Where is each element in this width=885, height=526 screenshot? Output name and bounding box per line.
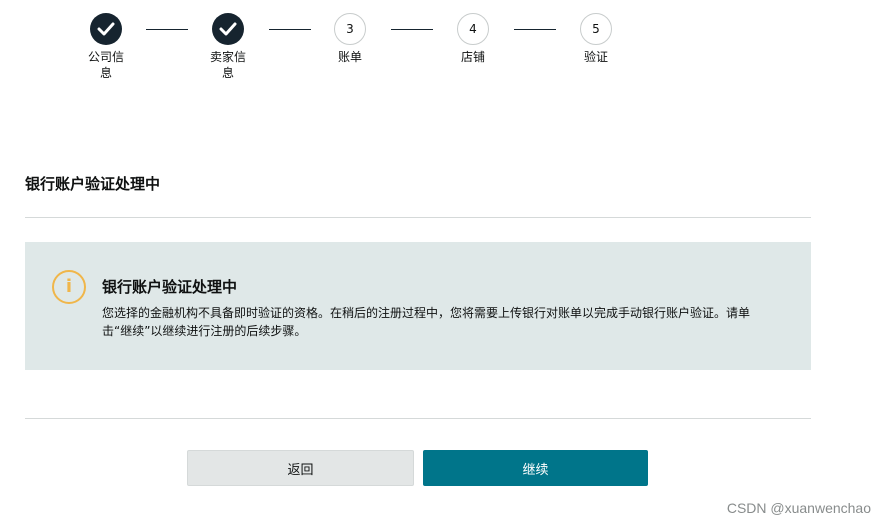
step-number: 5 <box>580 13 612 45</box>
step-connector <box>391 29 433 30</box>
step-label: 公司信息 <box>87 50 124 80</box>
step-number: 4 <box>457 13 489 45</box>
page-title: 银行账户验证处理中 <box>25 175 161 193</box>
info-icon: i <box>52 270 86 304</box>
step-connector <box>269 29 311 30</box>
back-button[interactable]: 返回 <box>187 450 414 486</box>
alert-title: 银行账户验证处理中 <box>102 278 238 296</box>
step-verification: 5 验证 <box>566 13 626 65</box>
divider <box>25 418 811 419</box>
step-label: 店铺 <box>460 50 485 64</box>
step-seller-info: 卖家信息 <box>198 13 258 81</box>
divider <box>25 217 811 218</box>
step-label: 卖家信息 <box>209 50 246 80</box>
step-connector <box>514 29 556 30</box>
step-number: 3 <box>334 13 366 45</box>
check-icon <box>90 13 122 45</box>
step-company-info: 公司信息 <box>76 13 136 81</box>
progress-stepper: 公司信息 卖家信息 3 账单 4 店铺 5 验证 <box>0 0 885 100</box>
check-icon <box>212 13 244 45</box>
step-label: 验证 <box>583 50 608 64</box>
watermark: CSDN @xuanwenchao <box>726 500 871 516</box>
step-label: 账单 <box>337 50 362 64</box>
step-connector <box>146 29 188 30</box>
info-alert: i 银行账户验证处理中 您选择的金融机构不具备即时验证的资格。在稍后的注册过程中… <box>25 242 811 370</box>
step-store: 4 店铺 <box>443 13 503 65</box>
alert-message: 您选择的金融机构不具备即时验证的资格。在稍后的注册过程中，您将需要上传银行对账单… <box>102 306 751 338</box>
step-billing: 3 账单 <box>320 13 380 65</box>
continue-button[interactable]: 继续 <box>423 450 648 486</box>
